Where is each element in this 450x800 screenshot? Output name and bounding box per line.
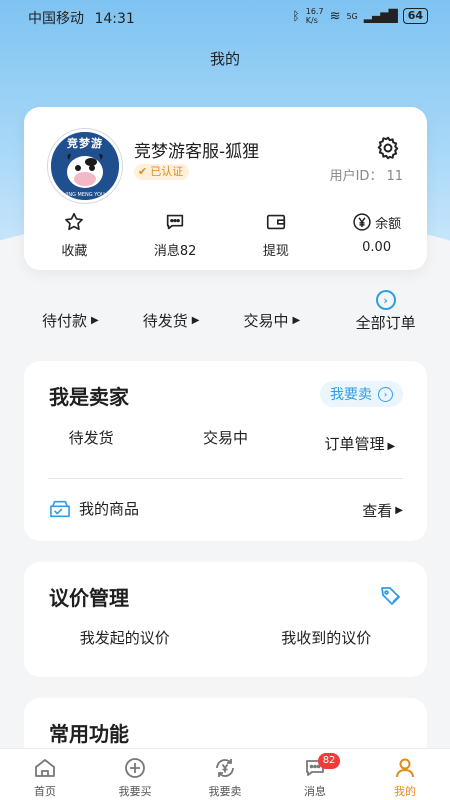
clock: 14:31: [94, 11, 135, 27]
seller-in-trade[interactable]: 交易中: [158, 427, 292, 454]
stats-row: 收藏 消息82 提现 余额 0.00: [24, 209, 427, 259]
wifi-icon: ≋: [329, 8, 341, 24]
bargain-card: 议价管理 我发起的议价 我收到的议价: [24, 562, 427, 677]
avatar-logo-subtext: JING MENG YOU: [65, 192, 105, 198]
messages-button[interactable]: 消息82: [125, 209, 226, 259]
triangle-right-icon: ▶: [395, 505, 403, 516]
signal-icon: ▂▄▆█: [363, 9, 398, 23]
in-trade-link[interactable]: 交易中 ▶: [226, 290, 327, 331]
page-title: 我的: [209, 50, 240, 68]
tab-mine[interactable]: 我的: [360, 749, 450, 800]
shield-check-icon: ✔: [138, 165, 148, 178]
home-icon: [35, 759, 55, 777]
yen-icon: [353, 213, 371, 231]
tab-sell[interactable]: 我要卖: [180, 749, 270, 800]
bargain-initiated-link[interactable]: 我发起的议价: [24, 627, 226, 648]
tab-bar: 首页 我要买 我要卖 消息 82 我的: [0, 748, 450, 800]
bargain-section-title: 议价管理: [49, 586, 129, 610]
triangle-right-icon: ▶: [292, 315, 301, 326]
withdraw-button[interactable]: 提现: [226, 209, 327, 259]
seller-pending-shipment[interactable]: 待发货: [24, 427, 158, 454]
user-id: 用户ID： 11: [329, 169, 403, 184]
gear-icon[interactable]: [375, 135, 401, 161]
circle-arrow-right-icon: ›: [378, 386, 393, 402]
carrier-name: 中国移动: [28, 11, 84, 27]
wallet-icon: [266, 214, 285, 230]
triangle-right-icon: ▶: [387, 441, 396, 452]
sell-icon: [216, 759, 234, 777]
network-type: 5G: [346, 11, 358, 21]
person-icon: [396, 758, 414, 778]
verified-badge: ✔ 已认证: [134, 164, 190, 180]
goods-box-icon: [50, 500, 70, 517]
triangle-right-icon: ▶: [91, 315, 99, 326]
network-speed: 16.7 K/s: [305, 7, 324, 25]
message-icon: [166, 214, 184, 230]
balance-button[interactable]: 余额 0.00: [326, 209, 427, 259]
all-orders-link[interactable]: › 全部订单: [326, 290, 427, 333]
avatar[interactable]: 竞梦游 JING MENG YOU: [48, 129, 122, 203]
tab-home[interactable]: 首页: [0, 749, 90, 800]
seller-card: 我是卖家 我要卖 › 待发货 交易中 订单管理 ▶ 我的商品 查看 ▶: [24, 361, 427, 541]
common-section-title: 常用功能: [49, 722, 129, 746]
balance-label: 余额: [375, 216, 402, 232]
sell-button[interactable]: 我要卖 ›: [320, 381, 403, 407]
balance-value: 0.00: [362, 240, 392, 255]
tab-buy[interactable]: 我要买: [90, 749, 180, 800]
pending-payment-link[interactable]: 待付款 ▶: [24, 290, 125, 331]
pending-shipment-link[interactable]: 待发货 ▶: [125, 290, 226, 331]
triangle-right-icon: ▶: [191, 315, 200, 326]
view-goods-link[interactable]: 查看 ▶: [362, 500, 403, 521]
bargain-received-link[interactable]: 我收到的议价: [226, 627, 428, 648]
seller-section-title: 我是卖家: [49, 385, 129, 409]
battery-icon: 64: [402, 8, 428, 24]
status-bar: 中国移动 14:31 ᛒ 16.7 K/s ≋ 5G ▂▄▆█ 64: [0, 0, 450, 34]
message-count-badge: 82: [317, 753, 341, 769]
price-tag-icon[interactable]: [379, 584, 403, 608]
my-goods-link[interactable]: 我的商品: [49, 498, 139, 519]
orders-row: 待付款 ▶ 待发货 ▶ 交易中 ▶ › 全部订单: [24, 290, 427, 346]
circle-arrow-right-icon: ›: [375, 290, 396, 310]
bluetooth-icon: ᛒ: [292, 9, 300, 23]
tab-messages[interactable]: 消息 82: [270, 749, 360, 800]
avatar-logo-text: 竞梦游: [67, 137, 103, 150]
star-icon: [65, 212, 84, 231]
buy-icon: [125, 758, 145, 778]
username: 竞梦游客服-狐狸: [134, 142, 260, 162]
divider: [48, 478, 403, 479]
profile-card: 竞梦游 JING MENG YOU 竞梦游客服-狐狸 ✔ 已认证 用户ID： 11…: [24, 107, 427, 270]
favorites-button[interactable]: 收藏: [24, 209, 125, 259]
order-manage-link[interactable]: 订单管理 ▶: [293, 427, 427, 454]
